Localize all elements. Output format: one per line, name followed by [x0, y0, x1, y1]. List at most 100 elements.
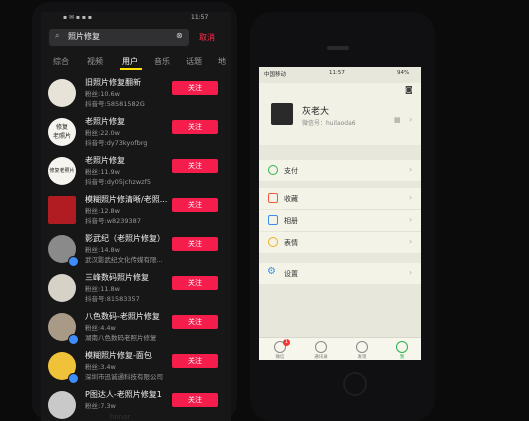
contacts-icon — [315, 341, 327, 353]
follow-button[interactable]: 关注 — [172, 81, 218, 95]
follow-button[interactable]: 关注 — [172, 120, 218, 134]
user-fans: 粉丝:12.8w — [85, 207, 120, 215]
list-item[interactable]: 模糊照片修复-面包 粉丝:3.4w 深圳市迅诚通科技有限公司 关注 — [41, 348, 231, 386]
menu-label: 支付 — [284, 167, 298, 175]
follow-button[interactable]: 关注 — [172, 159, 218, 173]
user-fans: 粉丝:11.9w — [85, 168, 120, 176]
tab-chats[interactable]: 微信 — [265, 341, 295, 360]
clear-icon[interactable]: ⊗ — [176, 31, 183, 40]
avatar — [48, 391, 76, 419]
camera-icon[interactable]: ◙ — [405, 85, 413, 94]
search-query: 照片修复 — [68, 32, 100, 41]
profile-header[interactable]: ◙ 灰老大 微信号：huilaoda6 ▦ › — [259, 83, 421, 145]
user-fans: 粉丝:7.3w — [85, 402, 116, 410]
follow-button[interactable]: 关注 — [172, 354, 218, 368]
user-id: 抖音号:dy73kyofbrg — [85, 139, 148, 147]
tab-users[interactable]: 用户 — [122, 56, 138, 67]
menu-label: 表情 — [284, 239, 298, 247]
user-fans: 粉丝:3.4w — [85, 363, 116, 371]
user-name: 老照片修复 — [85, 156, 125, 165]
list-item[interactable]: 旧照片修复翻新 粉丝:10.6w 抖音号:58581582G 关注 — [41, 75, 231, 113]
speaker-slot — [327, 46, 349, 50]
list-item[interactable]: 修复 老照片 老照片修复 粉丝:22.0w 抖音号:dy73kyofbrg 关注 — [41, 114, 231, 152]
device-logo: honor — [110, 413, 131, 421]
follow-button[interactable]: 关注 — [172, 198, 218, 212]
list-item[interactable]: 八色数码-老照片修复 粉丝:4.4w 湖南八色数码老照片修复 关注 — [41, 309, 231, 347]
user-name: P图达人-老照片修复1 — [85, 390, 162, 399]
menu-label: 相册 — [284, 217, 298, 225]
user-fans: 粉丝:14.8w — [85, 246, 120, 254]
search-icon: ⌕ — [55, 31, 60, 40]
cancel-button[interactable]: 取消 — [199, 32, 215, 43]
chevron-right-icon: › — [409, 193, 413, 202]
status-time: 11:57 — [191, 14, 209, 21]
menu-item-settings[interactable]: ⚙ 设置 › — [259, 263, 421, 284]
status-carrier: 中国移动 — [264, 72, 287, 78]
menu-item-pay[interactable]: 支付 › — [259, 160, 421, 181]
wechat-id: 微信号：huilaoda6 — [302, 120, 356, 127]
user-id: 抖音号:81583357 — [85, 295, 140, 303]
user-fans: 粉丝:10.6w — [85, 90, 120, 98]
user-name: 模糊照片修清晰/老照... — [85, 195, 168, 204]
bottom-tabbar: 微信 1 通讯录 发现 我 — [259, 337, 421, 360]
list-item[interactable]: 模糊照片修清晰/老照... 粉丝:12.8w 抖音号:w8239387 关注 — [41, 192, 231, 230]
list-item[interactable]: 修复老照片 老照片修复 粉丝:11.9w 抖音号:dy05jchzwzf5 关注 — [41, 153, 231, 191]
tab-location[interactable]: 地 — [218, 56, 226, 67]
settings-icon: ⚙ — [267, 266, 276, 277]
tab-comprehensive[interactable]: 综合 — [53, 56, 69, 67]
right-screen: 中国移动 11:57 94% ◙ 灰老大 微信号：huilaoda6 ▦ › 支… — [259, 67, 421, 360]
left-screen: 11:57 ▪ ✉ ▪ ▪ ▪ ⌕ 照片修复 ⊗ 取消 综合 视频 用户 音乐 … — [41, 12, 231, 421]
follow-button[interactable]: 关注 — [172, 276, 218, 290]
tab-underline — [120, 68, 142, 70]
verified-icon — [68, 334, 79, 345]
tab-me[interactable]: 我 — [387, 341, 417, 360]
avatar: 修复老照片 — [48, 118, 76, 146]
user-name: 模糊照片修复-面包 — [85, 351, 152, 360]
menu-item-emoji[interactable]: 表情 › — [259, 232, 421, 253]
profile-name: 灰老大 — [302, 107, 330, 117]
user-id: 深圳市迅诚通科技有限公司 — [85, 373, 163, 381]
follow-button[interactable]: 关注 — [172, 393, 218, 407]
compass-icon — [356, 341, 368, 353]
tab-video[interactable]: 视频 — [87, 56, 103, 67]
avatar: 修复老照片 — [48, 157, 76, 185]
status-battery: 94% — [397, 70, 410, 76]
list-item[interactable]: P图达人-老照片修复1 粉丝:7.3w 关注 — [41, 387, 231, 421]
user-id: 抖音号:w8239387 — [85, 217, 141, 225]
follow-button[interactable]: 关注 — [172, 237, 218, 251]
menu-item-album[interactable]: 相册 › — [259, 210, 421, 231]
chevron-right-icon: › — [409, 115, 413, 124]
tab-topics[interactable]: 话题 — [186, 56, 202, 67]
user-id: 武汉影武纪文化传媒有限... — [85, 256, 163, 264]
emoji-icon — [268, 237, 278, 247]
tab-label: 通讯录 — [314, 355, 328, 360]
user-name: 八色数码-老照片修复 — [85, 312, 160, 321]
tab-label: 我 — [399, 355, 405, 360]
menu-item-favorites[interactable]: 收藏 › — [259, 188, 421, 209]
user-name: 老照片修复 — [85, 117, 125, 126]
qr-code-icon[interactable]: ▦ — [394, 116, 401, 124]
user-fans: 粉丝:11.8w — [85, 285, 120, 293]
unread-badge: 1 — [283, 339, 290, 346]
pay-icon — [268, 165, 278, 175]
avatar — [48, 274, 76, 302]
list-item[interactable]: 影武纪（老照片修复） 粉丝:14.8w 武汉影武纪文化传媒有限... 关注 — [41, 231, 231, 269]
menu-label: 设置 — [284, 270, 298, 278]
follow-button[interactable]: 关注 — [172, 315, 218, 329]
tab-label: 发现 — [357, 355, 367, 360]
avatar — [271, 103, 293, 125]
verified-icon — [68, 373, 79, 384]
chevron-right-icon: › — [409, 237, 413, 246]
avatar — [48, 196, 76, 224]
verified-icon — [68, 256, 79, 267]
album-icon — [268, 215, 278, 225]
search-input[interactable]: ⌕ 照片修复 ⊗ — [49, 29, 189, 46]
user-name: 三峰数码照片修复 — [85, 273, 149, 282]
home-button[interactable] — [343, 372, 367, 396]
me-icon — [396, 341, 408, 353]
tab-music[interactable]: 音乐 — [154, 56, 170, 67]
tab-contacts[interactable]: 通讯录 — [306, 341, 336, 360]
tab-discover[interactable]: 发现 — [347, 341, 377, 360]
user-id: 湖南八色数码老照片修复 — [85, 334, 157, 342]
list-item[interactable]: 三峰数码照片修复 粉丝:11.8w 抖音号:81583357 关注 — [41, 270, 231, 308]
